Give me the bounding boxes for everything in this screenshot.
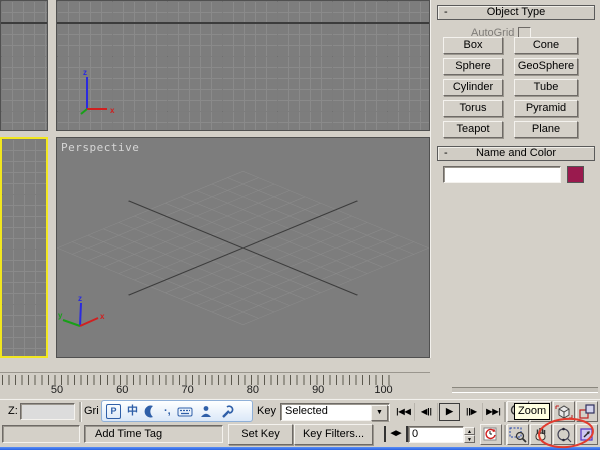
- trackbar-frame-number: 60: [116, 384, 129, 396]
- object-type-button-cone[interactable]: Cone: [514, 37, 578, 54]
- viewport-top-left[interactable]: [0, 0, 48, 131]
- object-type-button-torus[interactable]: Torus: [443, 100, 503, 117]
- min-max-toggle-icon: [580, 428, 593, 441]
- arc-rotate-button[interactable]: [553, 424, 575, 445]
- zoom-region-button[interactable]: [507, 424, 529, 445]
- viewport-front-left[interactable]: [0, 137, 48, 358]
- add-time-tag-bar[interactable]: Add Time Tag: [84, 425, 223, 443]
- z-coord-label: Z:: [8, 405, 18, 417]
- hand-icon: [535, 428, 546, 441]
- status-row-2: Add Time Tag Set Key Key Filters... ◀▶ 0…: [0, 423, 600, 447]
- previous-frame-button[interactable]: ◀||: [416, 403, 438, 421]
- time-configuration-button[interactable]: [480, 424, 502, 445]
- spinner-down-icon: ▼: [464, 435, 475, 443]
- ime-soft-keyboard-icon[interactable]: [177, 404, 193, 419]
- add-time-tag-label: Add Time Tag: [95, 428, 163, 440]
- object-type-button-box[interactable]: Box: [443, 37, 503, 54]
- command-panel: - Object Type AutoGrid Box Cone Sphere GeoS…: [430, 0, 600, 399]
- perspective-home-grid: z y x: [56, 171, 430, 327]
- object-type-button-plane[interactable]: Plane: [514, 121, 578, 138]
- object-type-button-cylinder[interactable]: Cylinder: [443, 79, 503, 96]
- zoom-tooltip: Zoom: [514, 403, 551, 420]
- object-type-buttons: Box Cone Sphere GeoSphere Cylinder Tube Torus P…: [443, 37, 593, 138]
- rollout-name-color-header[interactable]: - Name and Color: [437, 146, 595, 161]
- key-label: Key: [257, 405, 276, 417]
- viewport-perspective[interactable]: z y x Perspective: [56, 137, 430, 358]
- grid-axis-line: [1, 22, 47, 24]
- separator: [79, 402, 82, 422]
- set-key-button[interactable]: Set Key: [228, 424, 293, 445]
- collapse-icon[interactable]: -: [444, 147, 448, 160]
- axis-z-label: z: [78, 294, 82, 303]
- go-to-end-button[interactable]: ▶▶|: [483, 403, 505, 421]
- go-to-start-button[interactable]: |◀◀: [393, 403, 415, 421]
- rollout-title: Name and Color: [475, 147, 557, 159]
- axis-z-label: z: [83, 68, 87, 77]
- trackbar-frame-number: 90: [312, 384, 325, 396]
- spinner-up-icon: ▲: [464, 427, 475, 435]
- 3dsmax-window: z x z y x Perspective - Object Type Auto…: [0, 0, 600, 450]
- object-name-input[interactable]: [443, 166, 561, 183]
- key-filters-button[interactable]: Key Filters...: [294, 424, 373, 445]
- arc-rotate-icon: [557, 427, 572, 443]
- object-type-button-teapot[interactable]: Teapot: [443, 121, 503, 138]
- status-row-1: Z: Gri Key Selected ▼ |◀◀ ◀|| ▶ ||▶ ▶▶|: [0, 399, 600, 424]
- min-max-toggle-button[interactable]: [576, 424, 598, 445]
- color-swatch[interactable]: [567, 166, 584, 183]
- pan-button[interactable]: [530, 424, 552, 445]
- axis-x-label: x: [100, 312, 105, 321]
- axis-x-label: x: [110, 106, 115, 115]
- next-frame-button[interactable]: ||▶: [461, 403, 483, 421]
- key-mode-toggle-button[interactable]: ◀▶: [384, 426, 408, 442]
- selected-filter-dropdown[interactable]: Selected ▼: [280, 403, 390, 421]
- object-type-button-pyramid[interactable]: Pyramid: [514, 100, 578, 117]
- ime-punctuation-icon[interactable]: ·,: [164, 404, 171, 418]
- time-config-clock-icon: [483, 427, 497, 441]
- viewport-label[interactable]: Perspective: [61, 141, 139, 154]
- object-type-button-tube[interactable]: Tube: [514, 79, 578, 96]
- zoom-extents-button[interactable]: [553, 401, 575, 422]
- trackbar-area: 50 60 70 80 90 100: [0, 358, 600, 399]
- object-type-button-geosphere[interactable]: GeoSphere: [514, 58, 578, 75]
- trackbar-frame-number: 80: [246, 384, 260, 396]
- prompt-line: [2, 425, 80, 443]
- panel-groove: [452, 387, 598, 393]
- dropdown-value: Selected: [285, 405, 328, 417]
- object-type-button-sphere[interactable]: Sphere: [443, 58, 503, 75]
- world-axis-tripod: z y x: [58, 294, 105, 327]
- frame-spinner[interactable]: ▲ ▼: [464, 427, 475, 444]
- ime-language-mode-icon[interactable]: 中: [127, 404, 138, 418]
- viewport-top[interactable]: z x: [56, 0, 430, 131]
- ime-settings-wrench-icon[interactable]: [219, 404, 234, 419]
- collapse-icon[interactable]: -: [444, 6, 448, 19]
- grid-size-label: Gri: [84, 405, 99, 417]
- cube-icon: [555, 405, 573, 419]
- frame-value: 0: [412, 428, 419, 440]
- world-axis-tripod: z x: [80, 68, 115, 115]
- zoom-extents-all-button[interactable]: [576, 401, 598, 422]
- zoom-region-icon: [509, 427, 527, 443]
- trackbar-frame-number: 50: [50, 384, 64, 396]
- trackbar-frame-number: 100: [374, 384, 393, 396]
- ime-fullwidth-moon-icon[interactable]: [144, 404, 158, 419]
- dropdown-arrow-icon[interactable]: ▼: [371, 405, 388, 421]
- trackbar-frame-number: 70: [181, 384, 194, 396]
- ime-toolbar[interactable]: P 中 ·,: [101, 400, 253, 422]
- rollout-title: Object Type: [486, 6, 546, 18]
- axis-y-label: y: [58, 311, 63, 320]
- rollout-object-type-header[interactable]: - Object Type: [437, 5, 595, 20]
- play-button[interactable]: ▶: [439, 403, 460, 421]
- double-cube-icon: [579, 404, 595, 419]
- z-coord-field[interactable]: [20, 403, 75, 420]
- ime-user-icon[interactable]: [199, 404, 213, 419]
- current-frame-field[interactable]: 0: [408, 426, 464, 443]
- ime-logo-icon[interactable]: P: [106, 403, 121, 419]
- time-ruler[interactable]: 50 60 70 80 90 100: [0, 372, 430, 398]
